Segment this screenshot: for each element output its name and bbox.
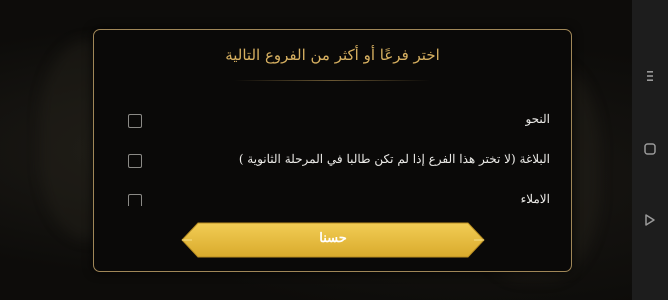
ok-button[interactable]: حسنا [180,222,486,258]
branch-checkbox-nahw[interactable] [128,114,142,128]
branch-row-nahw[interactable]: النحو [94,110,571,134]
system-nav-bar [632,0,668,300]
branch-label-imlaa: الاملاء [520,192,550,206]
branch-row-imlaa[interactable]: الاملاء [94,190,571,206]
branch-label-nahw: النحو [525,112,550,126]
menu-icon[interactable] [642,68,658,84]
branch-label-balagha: البلاغة (لا تختر هذا الفرع إذا لم تكن طا… [238,152,550,166]
branch-list: النحو البلاغة (لا تختر هذا الفرع إذا لم … [94,102,571,206]
ok-button-label: حسنا [319,231,347,246]
branch-checkbox-imlaa[interactable] [128,194,142,206]
home-icon[interactable] [642,141,658,157]
branch-select-dialog: اختر فرعًا أو أكثر من الفروع التالية الن… [93,29,572,272]
branch-checkbox-balagha[interactable] [128,154,142,168]
back-icon[interactable] [642,212,658,228]
title-divider [234,80,430,81]
branch-row-balagha[interactable]: البلاغة (لا تختر هذا الفرع إذا لم تكن طا… [94,150,571,174]
game-screen: اختر فرعًا أو أكثر من الفروع التالية الن… [0,0,632,300]
dialog-title: اختر فرعًا أو أكثر من الفروع التالية [225,46,440,64]
